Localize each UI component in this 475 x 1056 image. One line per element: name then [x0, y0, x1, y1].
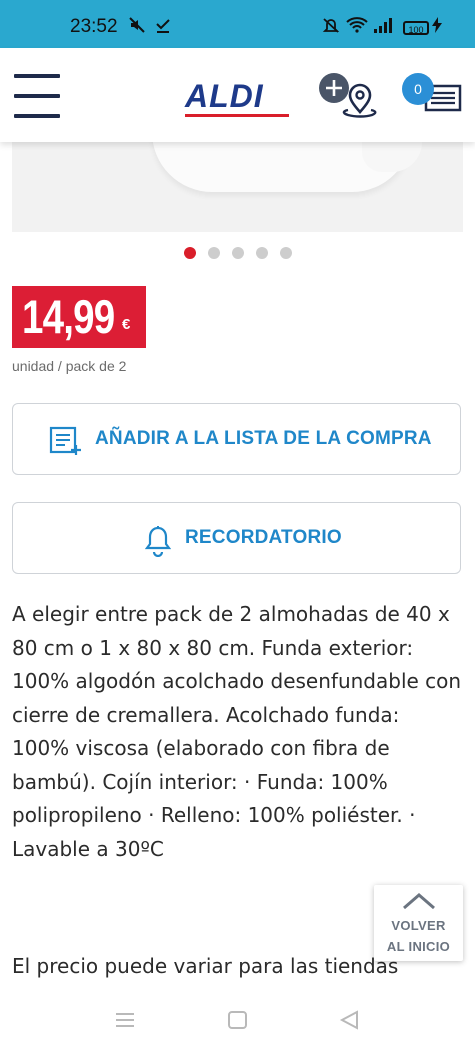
- dnd-icon: [322, 16, 340, 39]
- price-unit: unidad / pack de 2: [12, 358, 127, 374]
- back-to-top-button[interactable]: VOLVER AL INICIO: [374, 885, 463, 961]
- price-value: 14,99: [22, 290, 115, 343]
- system-navigation-bar: [0, 990, 475, 1056]
- product-image[interactable]: [12, 142, 463, 232]
- carousel-dot[interactable]: [256, 247, 268, 259]
- price-currency: €: [122, 316, 131, 333]
- recent-apps-icon[interactable]: [114, 1010, 136, 1034]
- add-to-list-label: AÑADIR A LA LISTA DE LA COMPRA: [95, 428, 432, 449]
- add-to-shopping-list-button[interactable]: AÑADIR A LA LISTA DE LA COMPRA: [12, 403, 461, 475]
- cart-count-badge: 0: [402, 73, 434, 105]
- back-to-top-label: VOLVER AL INICIO: [374, 915, 463, 957]
- status-time: 23:52: [70, 16, 118, 37]
- pillow-image-second: [362, 142, 422, 172]
- aldi-logo[interactable]: ALDI: [185, 78, 264, 115]
- back-to-top-line1: VOLVER: [391, 918, 446, 933]
- status-bar: 23:52 100: [0, 0, 475, 48]
- mute-icon: [128, 16, 146, 39]
- product-description: A elegir entre pack de 2 almohadas de 40…: [12, 602, 462, 861]
- carousel-dot[interactable]: [184, 247, 196, 259]
- reminder-label: RECORDATORIO: [185, 527, 342, 548]
- download-done-icon: [154, 16, 172, 39]
- signal-icon: [372, 16, 394, 39]
- store-location-icon[interactable]: [318, 70, 380, 120]
- bell-icon: [144, 525, 172, 561]
- carousel-indicator: [184, 244, 304, 259]
- add-list-icon: [49, 426, 83, 460]
- price-tag: 14,99 €: [12, 286, 146, 348]
- logo-underline: [185, 114, 289, 117]
- shopping-list-icon[interactable]: 0: [400, 70, 464, 120]
- app-header: ALDI 0: [0, 48, 475, 142]
- carousel-dot[interactable]: [208, 247, 220, 259]
- battery-icon: 100: [403, 21, 429, 35]
- carousel-dot[interactable]: [232, 247, 244, 259]
- back-icon[interactable]: [339, 1010, 361, 1034]
- back-to-top-line2: AL INICIO: [386, 939, 451, 954]
- reminder-button[interactable]: RECORDATORIO: [12, 502, 461, 574]
- menu-icon[interactable]: [14, 74, 60, 118]
- charging-icon: [431, 16, 443, 39]
- home-icon[interactable]: [227, 1010, 249, 1034]
- chevron-up-icon: [402, 891, 436, 915]
- wifi-icon: [346, 16, 368, 39]
- carousel-dot[interactable]: [280, 247, 292, 259]
